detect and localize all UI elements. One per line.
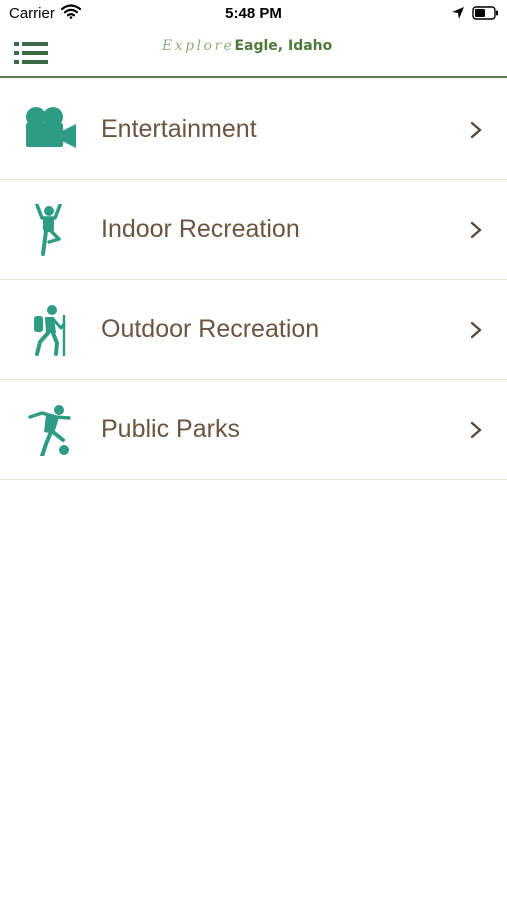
chevron-right-icon: [468, 120, 484, 140]
battery-icon: [472, 6, 500, 25]
list-item-public-parks[interactable]: Public Parks: [0, 380, 507, 480]
chevron-right-icon: [468, 320, 484, 340]
list-item-entertainment[interactable]: Entertainment: [0, 80, 507, 180]
list-item-indoor-recreation[interactable]: Indoor Recreation: [0, 180, 507, 280]
nav-bar: ExploreEagle, Idaho: [0, 28, 507, 78]
brand-main-text: Eagle, Idaho: [234, 38, 333, 54]
brand-script-text: Explore: [162, 38, 235, 54]
chevron-right-icon: [468, 420, 484, 440]
hiker-icon: [24, 304, 78, 357]
video-camera-icon: [24, 104, 78, 156]
yoga-pose-icon: [24, 203, 78, 256]
list-item-label: Public Parks: [101, 415, 240, 443]
list-item-outdoor-recreation[interactable]: Outdoor Recreation: [0, 280, 507, 380]
list-item-label: Outdoor Recreation: [101, 315, 320, 343]
chevron-right-icon: [468, 220, 484, 240]
soccer-player-icon: [24, 404, 78, 458]
list-item-label: Entertainment: [101, 115, 257, 143]
status-bar: Carrier 5:48 PM: [0, 0, 507, 28]
category-list: Entertainment Indoor Recreation Outdoor …: [0, 80, 507, 480]
hamburger-menu-icon: [14, 42, 48, 64]
brand-logo: ExploreEagle, Idaho: [162, 37, 332, 55]
location-arrow-icon: [451, 6, 465, 25]
list-item-label: Indoor Recreation: [101, 215, 300, 243]
menu-button[interactable]: [13, 39, 49, 67]
status-time: 5:48 PM: [225, 5, 282, 22]
